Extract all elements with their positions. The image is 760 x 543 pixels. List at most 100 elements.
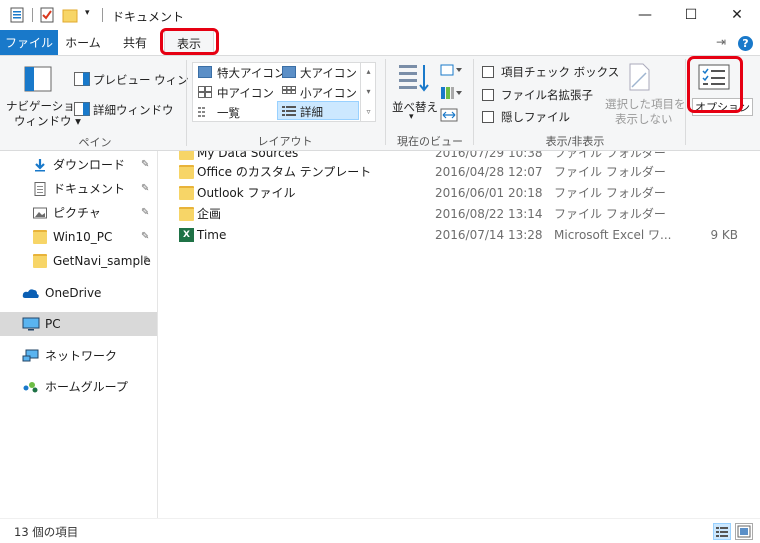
file-date: 2016/04/28 12:07	[435, 165, 543, 179]
preview-pane-icon	[74, 72, 90, 86]
sort-by-icon[interactable]	[398, 63, 430, 93]
nav-item-network[interactable]: ネットワーク	[0, 344, 157, 368]
nav-label: OneDrive	[45, 286, 102, 300]
nav-item-onedrive[interactable]: OneDrive	[0, 281, 157, 305]
nav-label: ネットワーク	[45, 349, 118, 363]
pane-group-label: ペイン	[78, 136, 112, 149]
help-icon[interactable]: ?	[738, 36, 753, 51]
large-icons-view-toggle[interactable]	[735, 523, 753, 540]
file-list: My Data Sources 2016/07/29 10:38 ファイル フォ…	[159, 151, 760, 518]
add-columns-icon[interactable]	[440, 86, 462, 100]
window-title: ドキュメント	[112, 10, 185, 24]
details-pane-icon	[74, 102, 90, 116]
medium-icons-icon	[198, 86, 212, 98]
pin-icon: ✎	[141, 183, 150, 194]
hidden-files-toggle[interactable]	[482, 111, 494, 123]
maximize-button[interactable]: ☐	[668, 0, 714, 30]
pin-ribbon-icon[interactable]: ⇥	[716, 35, 726, 49]
folder-icon	[179, 165, 194, 179]
download-icon	[35, 159, 45, 172]
sort-by-dropdown-icon[interactable]: ▾	[409, 112, 414, 122]
large-icons-view-icon	[737, 525, 751, 538]
properties-icon[interactable]	[10, 7, 24, 23]
nav-item-documents[interactable]: ドキュメント ✎	[0, 177, 157, 201]
options-highlight	[687, 56, 743, 113]
extra-large-icons-option[interactable]: 特大アイコン	[217, 65, 285, 81]
toolbar-separator	[102, 8, 103, 22]
medium-icons-option[interactable]: 中アイコン	[217, 85, 274, 101]
toolbar-separator	[32, 8, 33, 22]
file-extension-label[interactable]: ファイル名拡張子	[501, 87, 593, 103]
file-row-outlook-files[interactable]: Outlook ファイル 2016/06/01 20:18 ファイル フォルダー	[159, 183, 760, 204]
details-option[interactable]: 詳細	[300, 104, 323, 120]
item-checkbox-toggle[interactable]	[482, 66, 494, 78]
small-icons-option[interactable]: 小アイコン	[300, 85, 357, 101]
folder-icon	[33, 254, 47, 268]
ribbon-separator	[685, 59, 686, 145]
pc-icon	[22, 317, 40, 331]
size-columns-icon[interactable]	[440, 108, 458, 122]
nav-item-pictures[interactable]: ピクチャ ✎	[0, 201, 157, 225]
tab-file[interactable]: ファイル	[0, 30, 58, 56]
navigation-pane: ダウンロード ✎ ドキュメント ✎ ピクチャ ✎ Win10_PC ✎ GetN…	[0, 151, 158, 518]
list-option[interactable]: 一覧	[217, 105, 240, 121]
close-button[interactable]: ✕	[714, 0, 760, 30]
onedrive-icon	[22, 289, 39, 298]
file-row-office-templates[interactable]: Office のカスタム テンプレート 2016/04/28 12:07 ファイ…	[159, 162, 760, 183]
ribbon-tabs: ファイル ホーム 共有 表示 ⇥ ?	[0, 30, 760, 56]
view-tab-highlight	[160, 28, 219, 55]
homegroup-icon	[23, 382, 38, 393]
nav-label: ホームグループ	[45, 380, 128, 394]
layout-group-label: レイアウト	[257, 135, 313, 148]
nav-item-win10-pc[interactable]: Win10_PC ✎	[0, 225, 157, 249]
checklist-icon[interactable]	[40, 7, 54, 23]
show-hide-group-label: 表示/非表示	[545, 135, 605, 148]
pin-icon: ✎	[141, 231, 150, 242]
details-pane-button[interactable]: 詳細ウィンドウ	[93, 102, 174, 118]
folder-icon	[179, 207, 194, 221]
nav-item-downloads[interactable]: ダウンロード ✎	[0, 153, 157, 177]
details-view-toggle[interactable]	[713, 523, 731, 540]
navigation-pane-icon[interactable]	[24, 66, 52, 92]
file-extension-toggle[interactable]	[482, 89, 494, 101]
group-by-icon[interactable]	[440, 63, 462, 77]
tab-share[interactable]: 共有	[112, 30, 158, 56]
tab-home[interactable]: ホーム	[60, 30, 106, 56]
details-view-icon	[282, 106, 296, 116]
details-view-icon	[716, 527, 728, 537]
item-count: 13 個の項目	[14, 525, 79, 539]
current-view-group-label: 現在のビュー	[397, 135, 463, 148]
item-checkbox-label[interactable]: 項目チェック ボックス	[501, 64, 619, 80]
file-name: Time	[197, 228, 227, 242]
hidden-files-label[interactable]: 隠しファイル	[501, 109, 570, 125]
pin-icon: ✎	[141, 207, 150, 218]
ribbon-separator	[186, 60, 187, 146]
documents-icon	[34, 182, 46, 196]
nav-item-homegroup[interactable]: ホームグループ	[0, 375, 157, 399]
list-view-icon	[198, 107, 205, 117]
ribbon-separator	[385, 59, 386, 145]
pin-icon: ✎	[141, 159, 150, 170]
sort-by-button[interactable]: 並べ替え	[392, 99, 438, 115]
navigation-pane-dropdown[interactable]: ウィンドウ ▾	[14, 113, 81, 129]
file-size: 9 KB	[710, 228, 738, 242]
network-icon	[22, 349, 39, 362]
hide-selected-button[interactable]: 選択した項目を	[605, 96, 686, 112]
minimize-button[interactable]: —	[622, 0, 668, 30]
layout-scroll[interactable]: ▴ ▾ ▿	[360, 62, 376, 121]
file-row-kikaku[interactable]: 企画 2016/08/22 13:14 ファイル フォルダー	[159, 204, 760, 225]
status-bar: 13 個の項目	[0, 518, 760, 543]
nav-item-pc[interactable]: PC	[0, 312, 157, 336]
file-type: ファイル フォルダー	[554, 165, 666, 179]
hide-selected-icon	[629, 63, 650, 91]
quick-access-dropdown-icon[interactable]: ▾	[85, 8, 90, 18]
nav-label: ダウンロード	[53, 158, 126, 172]
extra-large-icons-icon	[198, 66, 212, 78]
pin-icon: ✎	[143, 255, 152, 266]
new-folder-icon[interactable]	[62, 7, 78, 23]
large-icons-option[interactable]: 大アイコン	[300, 65, 357, 81]
nav-item-getnavi-sample[interactable]: GetNavi_sample ✎	[0, 249, 157, 273]
nav-label: ドキュメント	[53, 182, 126, 196]
folder-icon	[179, 151, 194, 160]
file-row-time[interactable]: X Time 2016/07/14 13:28 Microsoft Excel …	[159, 225, 760, 246]
